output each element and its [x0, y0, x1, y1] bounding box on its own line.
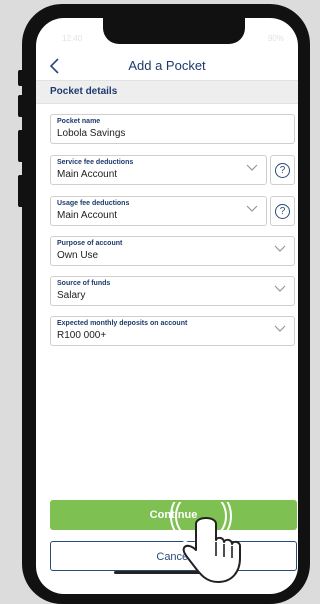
section-header: Pocket details [36, 80, 298, 104]
field-value: Lobola Savings [57, 128, 126, 139]
service-fee-help-box: ? [270, 155, 295, 185]
help-circle-icon[interactable]: ? [275, 163, 290, 178]
field-label: Source of funds [57, 280, 111, 287]
back-button[interactable] [42, 52, 66, 80]
chevron-down-icon [246, 164, 258, 171]
nav-bar: Add a Pocket [36, 50, 298, 84]
field-value: Salary [57, 290, 86, 301]
field-label: Pocket name [57, 118, 101, 125]
chevron-down-icon [246, 205, 258, 212]
field-value: Own Use [57, 250, 99, 261]
field-label: Expected monthly deposits on account [57, 320, 188, 327]
field-label: Usage fee deductions [57, 200, 130, 207]
chevron-down-icon [274, 325, 286, 332]
field-value: Main Account [57, 210, 118, 221]
section-title: Pocket details [50, 86, 118, 97]
help-circle-icon[interactable]: ? [275, 204, 290, 219]
usage-fee-help-box: ? [270, 196, 295, 226]
chevron-down-icon [274, 285, 286, 292]
phone-notch [103, 18, 245, 44]
page-title: Add a Pocket [128, 58, 206, 73]
source-of-funds-dropdown[interactable]: Source of funds Salary [50, 276, 295, 306]
field-value: Main Account [57, 169, 118, 180]
field-label: Purpose of account [57, 240, 123, 247]
tap-hand-icon [170, 502, 241, 583]
expected-deposits-dropdown[interactable]: Expected monthly deposits on account R10… [50, 316, 295, 346]
service-fee-dropdown[interactable]: Service fee deductions Main Account [50, 155, 267, 185]
chevron-down-icon [274, 245, 286, 252]
chevron-left-icon [49, 58, 59, 74]
status-battery: 90% [267, 34, 284, 43]
purpose-dropdown[interactable]: Purpose of account Own Use [50, 236, 295, 266]
phone-screen: 12:40 90% Add a Pocket Pocket details Po… [36, 18, 298, 594]
status-time: 12:40 [62, 34, 83, 43]
field-label: Service fee deductions [57, 159, 134, 166]
usage-fee-dropdown[interactable]: Usage fee deductions Main Account [50, 196, 267, 226]
field-value: R100 000+ [57, 330, 107, 341]
pocket-name-field[interactable]: Pocket name Lobola Savings [50, 114, 295, 144]
